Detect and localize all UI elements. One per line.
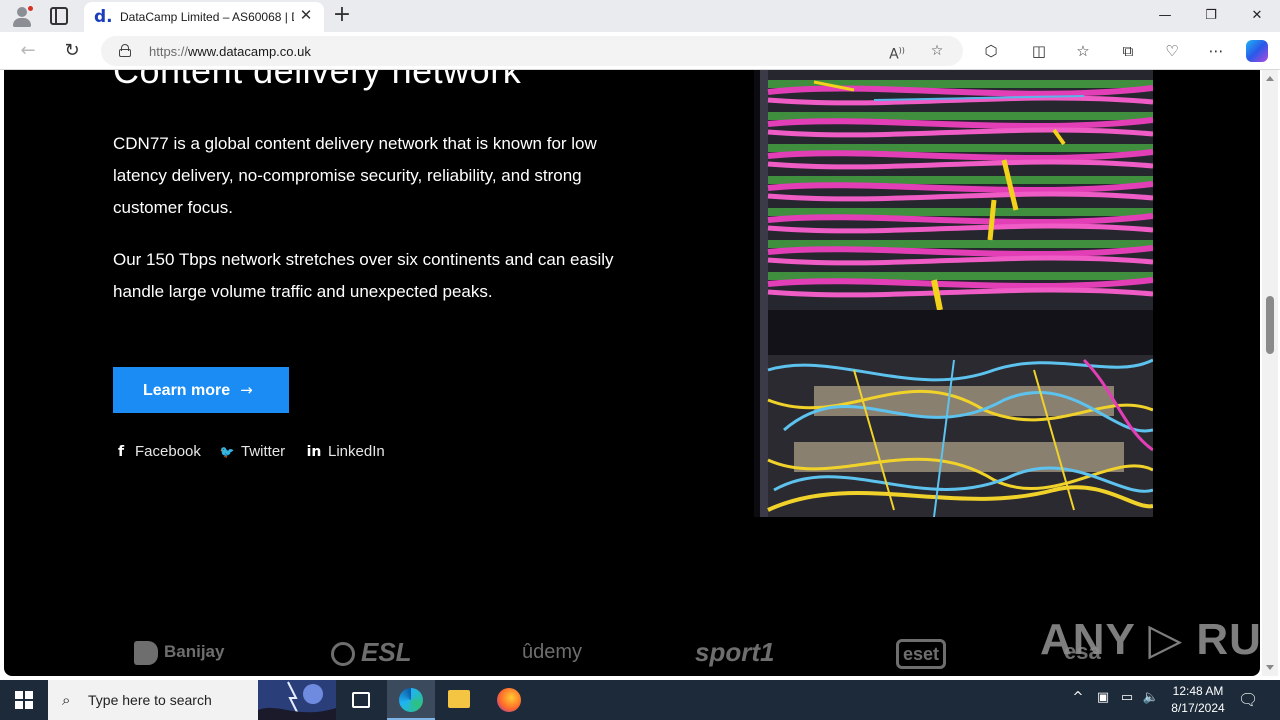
profile-icon[interactable]	[10, 4, 34, 28]
intro-paragraph: CDN77 is a global content delivery netwo…	[113, 134, 597, 217]
url-text[interactable]: https://www.datacamp.co.uk	[149, 44, 311, 59]
tab-actions-icon[interactable]	[50, 7, 68, 25]
firefox-taskbar-button[interactable]	[485, 680, 533, 720]
folder-icon	[448, 690, 470, 708]
search-icon: ⌕	[62, 691, 71, 709]
udemy-logo: ûdemy	[522, 641, 583, 663]
page-scrollbar[interactable]	[1262, 70, 1278, 676]
lock-icon[interactable]	[119, 44, 131, 57]
windows-taskbar: ⌕ Type here to search ^ ▣ ▭ 🔈 12:48 AM 8…	[0, 680, 1280, 720]
favorites-icon[interactable]: ☆	[1072, 41, 1094, 61]
back-button[interactable]: ←	[15, 39, 41, 63]
collections-icon[interactable]: ⧉	[1117, 41, 1139, 61]
scroll-down-icon[interactable]	[1266, 665, 1274, 670]
file-explorer-button[interactable]	[435, 680, 483, 720]
linkedin-link[interactable]: in LinkedIn	[306, 442, 385, 462]
learn-more-button[interactable]: Learn more →	[113, 367, 289, 413]
tray-chevron-icon[interactable]: ^	[1070, 690, 1086, 705]
read-aloud-icon[interactable]: A))	[887, 42, 907, 63]
settings-more-icon[interactable]: ⋯	[1205, 41, 1227, 61]
browser-essentials-icon[interactable]: ♡	[1161, 41, 1183, 61]
banijay-logo: Banijay	[134, 636, 224, 668]
close-window-button[interactable]: ✕	[1234, 0, 1280, 32]
taskbar-search-box[interactable]: ⌕ Type here to search	[48, 680, 336, 720]
linkedin-icon: in	[306, 444, 322, 460]
tray-device-icon[interactable]: ▣	[1094, 690, 1112, 705]
edge-taskbar-button[interactable]	[387, 680, 435, 720]
arrow-right-icon: →	[240, 381, 253, 399]
twitter-link[interactable]: 🐦 Twitter	[219, 442, 286, 462]
address-bar[interactable]: https://www.datacamp.co.uk A)) ☆	[101, 36, 963, 66]
browser-tab[interactable]: d. DataCamp Limited – AS60068 | D ✕	[84, 2, 324, 32]
new-tab-button[interactable]: +	[331, 4, 353, 26]
notifications-icon[interactable]: 🗨	[1238, 690, 1258, 709]
favorite-star-icon[interactable]: ☆	[927, 42, 947, 60]
scrollbar-thumb[interactable]	[1266, 296, 1274, 354]
cdn-section: Content delivery network CDN77 is a glob…	[4, 70, 1260, 676]
tab-title: DataCamp Limited – AS60068 | D	[120, 10, 294, 24]
facebook-link[interactable]: f Facebook	[113, 442, 201, 462]
twitter-icon: 🐦	[219, 445, 235, 459]
tab-strip: d. DataCamp Limited – AS60068 | D ✕ + — …	[0, 0, 1280, 32]
section-heading: Content delivery network	[113, 70, 522, 91]
close-tab-icon[interactable]: ✕	[298, 8, 314, 24]
anyrun-watermark: ANY ▷ RUN	[1040, 615, 1260, 664]
server-rack-photo	[754, 70, 1153, 517]
datacamp-favicon-icon: d.	[94, 7, 113, 27]
scroll-up-icon[interactable]	[1266, 76, 1274, 81]
search-highlight-image	[258, 680, 336, 720]
web-viewport: Content delivery network CDN77 is a glob…	[0, 70, 1280, 680]
network-icon[interactable]: ▭	[1118, 690, 1136, 705]
volume-icon[interactable]: 🔈	[1141, 690, 1161, 705]
extensions-icon[interactable]: ⬡	[980, 41, 1002, 61]
copilot-icon[interactable]	[1246, 40, 1268, 62]
browser-toolbar: ← ↻ https://www.datacamp.co.uk A)) ☆ ⬡ ◫…	[0, 32, 1280, 70]
task-view-button[interactable]	[337, 680, 385, 720]
esl-logo: ESL	[331, 636, 412, 668]
refresh-button[interactable]: ↻	[59, 39, 85, 63]
edge-icon	[399, 688, 423, 712]
restore-button[interactable]: ❐	[1188, 0, 1234, 32]
eset-logo: eset	[896, 638, 947, 670]
sport1-logo: sport1	[695, 637, 775, 667]
taskbar-clock[interactable]: 12:48 AM 8/17/2024	[1160, 683, 1236, 717]
minimize-button[interactable]: —	[1142, 0, 1188, 32]
windows-start-icon[interactable]	[15, 691, 33, 709]
firefox-icon	[497, 688, 521, 712]
network-paragraph: Our 150 Tbps network stretches over six …	[113, 250, 614, 301]
facebook-icon: f	[117, 444, 125, 460]
split-screen-icon[interactable]: ◫	[1028, 41, 1050, 61]
search-placeholder: Type here to search	[88, 692, 212, 708]
